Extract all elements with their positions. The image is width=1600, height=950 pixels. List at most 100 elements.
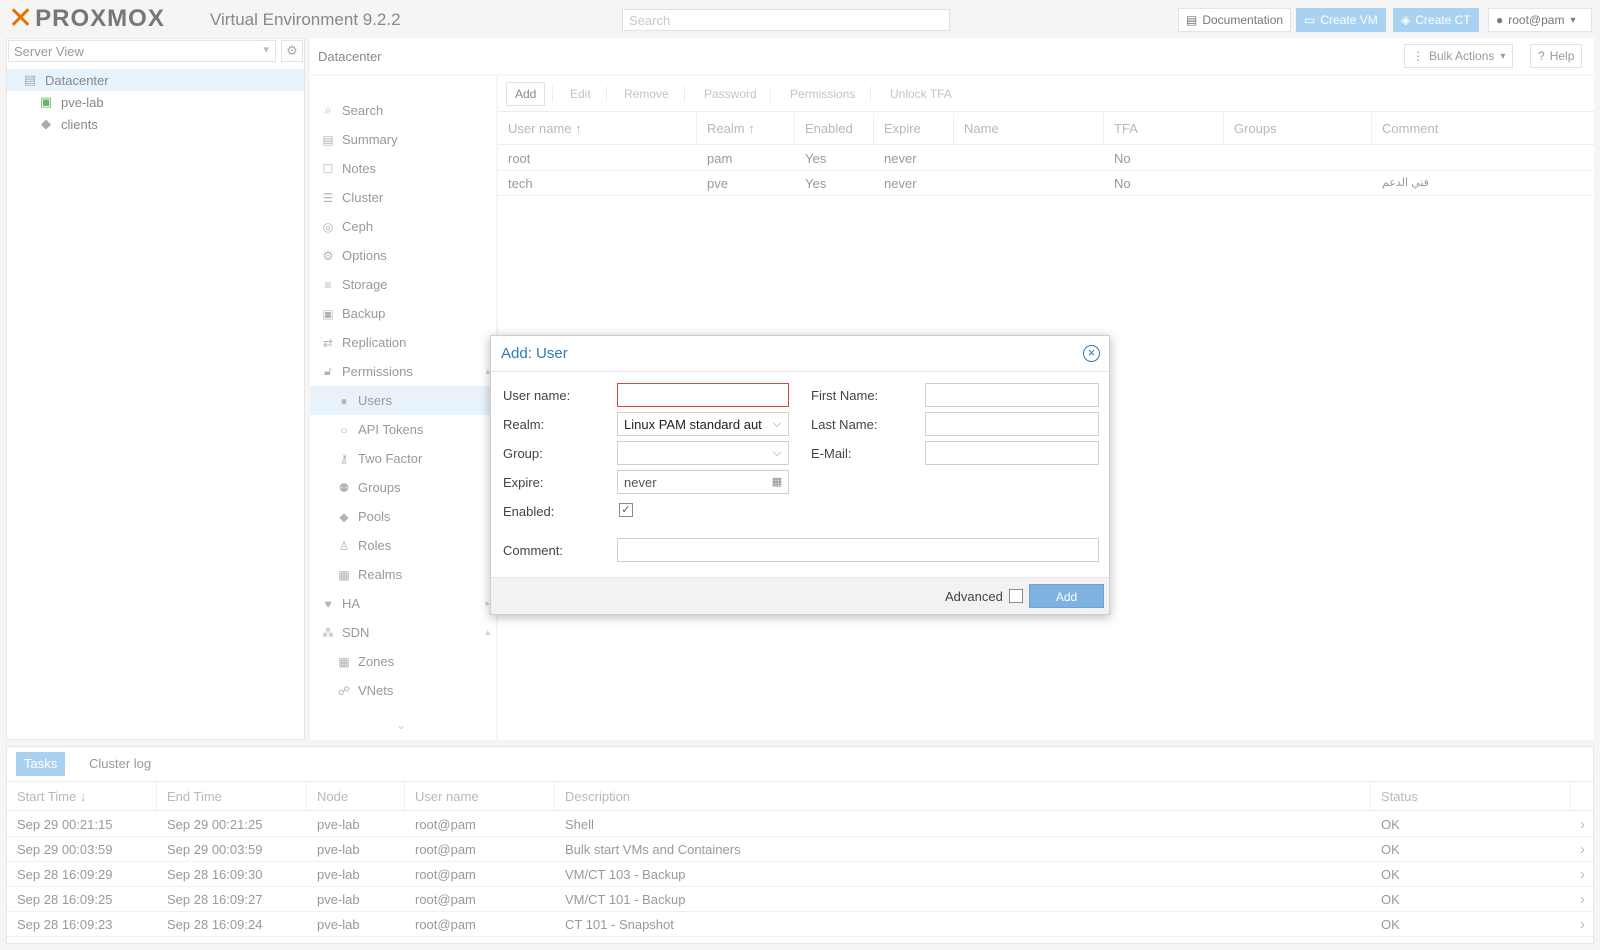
chevron-down-icon[interactable]: ⌄	[396, 718, 406, 732]
column-header-expire[interactable]: Expire	[874, 113, 954, 145]
calendar-icon[interactable]: ▦	[766, 471, 788, 493]
nav-item-summary[interactable]: ▤ Summary	[310, 125, 496, 154]
realm-label: Realm:	[503, 417, 545, 432]
cell-status: OK	[1381, 842, 1400, 857]
task-row[interactable]: Sep 28 16:09:25 Sep 28 16:09:27 pve-lab …	[7, 887, 1593, 912]
nav-item-users[interactable]: ● Users	[310, 386, 496, 415]
enabled-checkbox[interactable]: ✓	[619, 503, 633, 517]
tab-cluster-log[interactable]: Cluster log	[81, 752, 159, 776]
column-header-realm[interactable]: Realm ↑	[697, 113, 795, 145]
nav-item-groups[interactable]: ⚉ Groups	[310, 473, 496, 502]
nav-item-api-tokens[interactable]: ○ API Tokens	[310, 415, 496, 444]
task-row[interactable]: Sep 29 00:03:59 Sep 29 00:03:59 pve-lab …	[7, 837, 1593, 862]
bulk-actions-button[interactable]: ⋮ Bulk Actions ▾	[1404, 44, 1514, 68]
chevron-down-icon[interactable]: ⌵	[766, 442, 788, 464]
add-button[interactable]: Add	[1029, 584, 1104, 608]
column-header-groups[interactable]: Groups	[1224, 113, 1372, 145]
column-header-start-time[interactable]: Start Time ↓	[7, 781, 157, 811]
nav-item-options[interactable]: ⚙ Options	[310, 241, 496, 270]
column-header-enabled[interactable]: Enabled	[795, 113, 874, 145]
edit-user-button[interactable]: Edit	[562, 82, 599, 106]
sdn-icon: ⁂	[322, 625, 334, 640]
nav-item-ceph[interactable]: ◎ Ceph	[310, 212, 496, 241]
proxmox-logo[interactable]: ✕ PROXMOX	[8, 3, 165, 35]
tree-node-pve-lab[interactable]: ▣ pve-lab	[7, 91, 304, 113]
tasks-panel: Tasks Cluster log Start Time ↓ End Time …	[6, 746, 1594, 944]
task-row[interactable]: Sep 29 00:21:15 Sep 29 00:21:25 pve-lab …	[7, 812, 1593, 837]
chevron-right-icon[interactable]: ›	[1580, 887, 1585, 912]
first-name-input[interactable]	[925, 383, 1099, 407]
nav-item-realms[interactable]: ▦ Realms	[310, 560, 496, 589]
node-icon: ▣	[39, 94, 53, 109]
comment-input[interactable]	[617, 538, 1099, 562]
group-select[interactable]: ⌵	[617, 441, 789, 465]
nav-item-roles[interactable]: ♙ Roles	[310, 531, 496, 560]
nav-item-zones[interactable]: ▦ Zones	[310, 647, 496, 676]
view-selector[interactable]: Server View ▾	[8, 40, 276, 62]
cell-end-time: Sep 28 16:09:30	[167, 867, 263, 882]
column-header-description[interactable]: Description	[555, 781, 1371, 811]
table-row[interactable]: root pam Yes never No	[498, 146, 1594, 171]
help-button[interactable]: ? Help	[1530, 44, 1583, 68]
tree-node-clients[interactable]: ◆ clients	[7, 113, 304, 135]
last-name-input[interactable]	[925, 412, 1099, 436]
tree-node-datacenter[interactable]: ▤ Datacenter	[7, 69, 304, 91]
nav-item-permissions[interactable]: 🔓︎ Permissions ▴	[310, 357, 496, 386]
column-header-comment[interactable]: Comment	[1372, 113, 1594, 145]
nav-item-search[interactable]: ⌕ Search	[310, 96, 496, 125]
task-row[interactable]: Sep 28 16:09:29 Sep 28 16:09:30 pve-lab …	[7, 862, 1593, 887]
tab-tasks[interactable]: Tasks	[16, 752, 66, 776]
tags-icon: ◆	[339, 509, 349, 524]
cell-end-time: Sep 29 00:21:25	[167, 817, 263, 832]
nav-item-backup[interactable]: ▣ Backup	[310, 299, 496, 328]
column-header-end-time[interactable]: End Time	[157, 781, 307, 811]
email-input[interactable]	[925, 441, 1099, 465]
advanced-checkbox[interactable]	[1009, 589, 1023, 603]
gear-icon[interactable]: ⚙	[281, 40, 303, 62]
expire-date-field[interactable]: never ▦	[617, 470, 789, 494]
cell-username: root	[508, 151, 531, 166]
username-input[interactable]	[617, 383, 789, 407]
chevron-right-icon[interactable]: ›	[1580, 912, 1585, 937]
add-user-button[interactable]: Add	[506, 82, 546, 106]
nav-item-storage[interactable]: ≡ Storage	[310, 270, 496, 299]
password-button[interactable]: Password	[696, 82, 765, 106]
nav-item-notes[interactable]: ☐ Notes	[310, 154, 496, 183]
global-search-input[interactable]	[622, 9, 950, 31]
column-header-node[interactable]: Node	[307, 781, 405, 811]
chevron-right-icon[interactable]: ›	[1580, 837, 1585, 862]
cell-realm: pam	[707, 151, 733, 166]
unlock-tfa-button[interactable]: Unlock TFA	[882, 82, 960, 106]
search-icon: ⌕	[324, 103, 332, 117]
chevron-right-icon[interactable]: ›	[1580, 812, 1585, 837]
cell-user: root@pam	[415, 867, 476, 882]
chevron-up-icon[interactable]: ▴	[485, 627, 490, 638]
column-header-task-user[interactable]: User name	[405, 781, 555, 811]
remove-user-button[interactable]: Remove	[616, 82, 677, 106]
table-row[interactable]: tech pve Yes never No فني الدعم	[498, 171, 1594, 196]
realm-select[interactable]: Linux PAM standard aut ⌵	[617, 412, 789, 436]
documentation-button[interactable]: ▤ Documentation	[1178, 8, 1292, 32]
column-header-username[interactable]: User name ↑	[498, 113, 697, 145]
nav-item-pools[interactable]: ◆ Pools	[310, 502, 496, 531]
create-ct-button[interactable]: ◈ Create CT	[1393, 8, 1479, 32]
chevron-down-icon[interactable]: ⌵	[766, 413, 788, 435]
nav-item-vnets[interactable]: ☍ VNets	[310, 676, 496, 705]
task-row[interactable]: Sep 28 16:09:23 Sep 28 16:09:24 pve-lab …	[7, 912, 1593, 937]
permissions-button[interactable]: Permissions	[782, 82, 863, 106]
network-icon: ☍	[337, 683, 351, 698]
nav-item-replication[interactable]: ⇄ Replication	[310, 328, 496, 357]
create-vm-button[interactable]: ▭ Create VM	[1296, 8, 1386, 32]
column-header-status[interactable]: Status	[1371, 781, 1571, 811]
column-header-tfa[interactable]: TFA	[1104, 113, 1224, 145]
cell-realm: pve	[707, 176, 728, 191]
user-menu-button[interactable]: ● root@pam ▾	[1488, 8, 1592, 32]
top-bar: ✕ PROXMOX Virtual Environment 9.2.2 ▤ Do…	[0, 0, 1600, 38]
column-header-name[interactable]: Name	[954, 113, 1104, 145]
close-icon[interactable]: ×	[1083, 345, 1100, 362]
chevron-right-icon[interactable]: ›	[1580, 862, 1585, 887]
nav-item-ha[interactable]: ♥ HA ▸	[310, 589, 496, 618]
nav-item-cluster[interactable]: ☰ Cluster	[310, 183, 496, 212]
nav-item-two-factor[interactable]: ⚷ Two Factor	[310, 444, 496, 473]
nav-item-sdn[interactable]: ⁂ SDN ▴	[310, 618, 496, 647]
